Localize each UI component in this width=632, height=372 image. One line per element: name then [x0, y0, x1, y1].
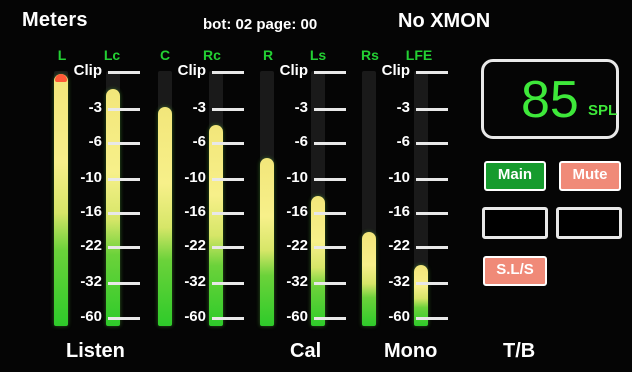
scale-tick-line — [212, 317, 244, 320]
channel-label-rs: Rs — [361, 47, 379, 63]
scale-tick-line — [212, 246, 244, 249]
cal-button[interactable]: Cal — [290, 340, 321, 363]
scale-tick-line — [416, 212, 448, 215]
scale-tick-label: -10 — [388, 169, 410, 186]
scale-tick-line — [212, 178, 244, 181]
spl-display[interactable]: 85 SPL — [481, 59, 619, 139]
scale-tick-label: Clip — [381, 62, 410, 79]
scale-tick-line — [108, 212, 140, 215]
scale-tick-label: -16 — [80, 203, 102, 220]
scale-tick-line — [108, 178, 140, 181]
scale-tick-label: -3 — [88, 99, 102, 116]
scale-tick-label: -32 — [388, 273, 410, 290]
scale-tick-label: -60 — [184, 308, 206, 325]
scale-tick-label: -16 — [184, 203, 206, 220]
scale-tick-label: -6 — [294, 133, 308, 150]
scale-tick-line — [108, 142, 140, 145]
meter-bridge: L Lc C Rc R Ls Rs LFE Clip -3 -6 -10 -16 -22 -… — [0, 0, 470, 340]
scale-tick-label: -22 — [184, 237, 206, 254]
scale-tick-line — [108, 282, 140, 285]
listen-button[interactable]: Listen — [66, 340, 125, 363]
scale-tick-label: -22 — [286, 237, 308, 254]
scale-tick-label: -3 — [192, 99, 206, 116]
scale-tick-line — [314, 142, 346, 145]
scale-tick-label: -3 — [396, 99, 410, 116]
channel-label-ls: Ls — [309, 47, 327, 63]
scale-tick-line — [108, 71, 140, 74]
scale-tick-line — [314, 317, 346, 320]
meter-scale-2: Clip -3 -6 -10 -16 -22 -32 -60 — [172, 62, 264, 326]
scale-tick-label: -60 — [80, 308, 102, 325]
scale-tick-label: -60 — [286, 308, 308, 325]
scale-tick-label: -32 — [80, 273, 102, 290]
scale-tick-line — [416, 142, 448, 145]
scale-tick-line — [314, 246, 346, 249]
scale-tick-label: -22 — [388, 237, 410, 254]
meter-fill-l — [54, 73, 68, 326]
empty-button-right[interactable] — [556, 207, 622, 239]
meter-scale-4: Clip -3 -6 -10 -16 -22 -32 -60 — [376, 62, 468, 326]
scale-tick-label: -3 — [294, 99, 308, 116]
scale-tick-label: -32 — [184, 273, 206, 290]
scale-tick-label: -16 — [286, 203, 308, 220]
scale-tick-line — [416, 282, 448, 285]
scale-tick-line — [416, 71, 448, 74]
channel-label-lc: Lc — [103, 47, 121, 63]
scale-tick-line — [416, 246, 448, 249]
channel-label-l: L — [57, 47, 67, 63]
scale-tick-line — [212, 282, 244, 285]
scale-tick-label: -6 — [396, 133, 410, 150]
spl-unit: SPL — [588, 102, 618, 119]
scale-tick-label: -60 — [388, 308, 410, 325]
meter-c — [158, 71, 172, 326]
scale-tick-line — [314, 282, 346, 285]
meter-scale-3: Clip -3 -6 -10 -16 -22 -32 -60 — [274, 62, 366, 326]
scale-tick-line — [212, 212, 244, 215]
scale-tick-line — [314, 71, 346, 74]
scale-tick-label: -6 — [192, 133, 206, 150]
scale-tick-label: -10 — [184, 169, 206, 186]
meter-scale-1: Clip -3 -6 -10 -16 -22 -32 -60 — [68, 62, 160, 326]
channel-label-rc: Rc — [203, 47, 221, 63]
spl-value: 85 — [521, 71, 579, 129]
scale-tick-line — [314, 108, 346, 111]
scale-tick-label: -32 — [286, 273, 308, 290]
scale-tick-line — [212, 71, 244, 74]
meter-fill-c — [158, 106, 172, 326]
meter-l — [54, 71, 68, 326]
scale-tick-label: -22 — [80, 237, 102, 254]
mono-button[interactable]: Mono — [384, 340, 437, 363]
channel-label-c: C — [159, 47, 171, 63]
scale-tick-label: Clip — [177, 62, 206, 79]
channel-label-r: R — [262, 47, 274, 63]
scale-tick-label: Clip — [279, 62, 308, 79]
empty-button-left[interactable] — [482, 207, 548, 239]
peak-indicator — [55, 73, 67, 82]
main-button[interactable]: Main — [484, 161, 546, 191]
scale-tick-line — [212, 142, 244, 145]
scale-tick-line — [416, 178, 448, 181]
scale-tick-line — [212, 108, 244, 111]
scale-tick-line — [314, 212, 346, 215]
channel-label-lfe: LFE — [405, 47, 433, 63]
scale-tick-line — [314, 178, 346, 181]
scale-tick-label: -10 — [80, 169, 102, 186]
scale-tick-label: Clip — [73, 62, 102, 79]
scale-tick-line — [416, 108, 448, 111]
scale-tick-line — [108, 317, 140, 320]
scale-tick-line — [108, 246, 140, 249]
scale-tick-label: -16 — [388, 203, 410, 220]
mute-button[interactable]: Mute — [559, 161, 621, 191]
tb-button[interactable]: T/B — [503, 340, 535, 363]
scale-tick-line — [108, 108, 140, 111]
scale-tick-label: -6 — [88, 133, 102, 150]
scale-tick-label: -10 — [286, 169, 308, 186]
sls-button[interactable]: S.L/S — [483, 256, 547, 286]
scale-tick-line — [416, 317, 448, 320]
